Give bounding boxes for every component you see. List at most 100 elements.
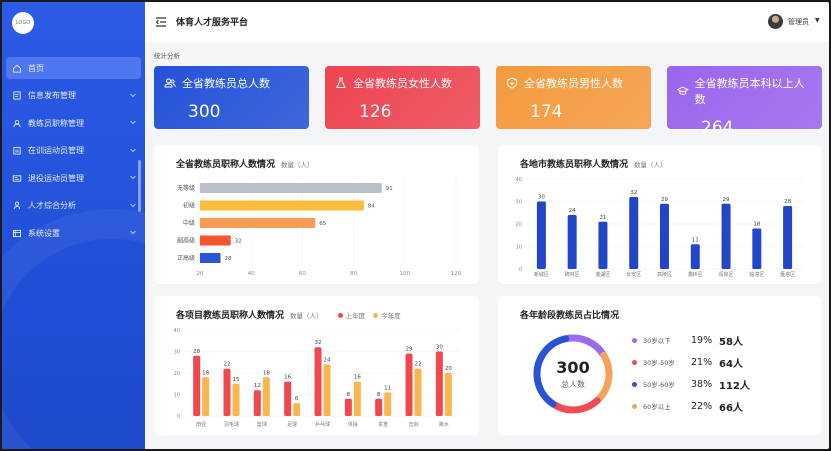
bar <box>384 392 392 416</box>
x-category-label: 莲湖区 <box>595 271 610 278</box>
bar-value-label: 84 <box>368 204 375 210</box>
bar <box>783 206 793 269</box>
sidebar-item-3[interactable]: 在训运动员管理 <box>6 140 141 162</box>
bar <box>202 377 210 416</box>
age-range-label: 30岁以下 <box>643 337 671 345</box>
y-category-label: 副高级 <box>177 237 195 245</box>
home-icon <box>12 64 22 73</box>
bar <box>752 228 762 269</box>
avatar[interactable] <box>768 14 783 29</box>
bar-value-label: 29 <box>406 347 413 353</box>
bar <box>223 368 231 416</box>
stat-value: 264 <box>701 118 734 138</box>
sidebar-scrollbar[interactable] <box>138 160 141 212</box>
x-tick-label: 100 <box>400 271 411 277</box>
x-tick-label: 20 <box>197 271 204 277</box>
age-count: 66人 <box>719 402 743 414</box>
user-badge-icon <box>13 119 21 127</box>
graduation-cap-icon <box>677 86 689 95</box>
sidebar-item-0[interactable]: 首页 <box>6 57 141 79</box>
id-card-icon <box>12 174 22 182</box>
bar <box>253 390 261 416</box>
bar <box>536 201 546 269</box>
app-title: 体育人才服务平台 <box>176 18 249 28</box>
bar-value-label: 18 <box>753 222 760 228</box>
bar-value-label: 24 <box>569 208 576 214</box>
bar <box>284 381 292 416</box>
chevron-down-icon <box>130 120 136 125</box>
sidebar-item-6[interactable]: 系统设置 <box>6 222 141 244</box>
bar-value-label: 18 <box>202 370 209 376</box>
bar-value-label: 91 <box>386 186 393 192</box>
grouped-bar-chart: 0 10 20 30 40 28 18 田径 22 15 羽毛球 12 18 篮球 16 6 足球 32 24 乒乓球… <box>174 328 459 428</box>
bar-value-label: 11 <box>692 237 699 243</box>
stat-card-male: 全省教练员男性人数 174 <box>496 66 651 129</box>
sidebar-item-label: 系统设置 <box>28 228 60 238</box>
age-range-label: 50岁-60岁 <box>643 381 675 389</box>
sidebar-item-5[interactable]: 人才综合分析 <box>6 195 141 217</box>
x-category-label: 足球 <box>287 421 297 428</box>
sidebar-item-1[interactable]: 信息发布管理 <box>6 85 141 107</box>
bar-value-label: 20 <box>445 366 452 372</box>
y-category-label: 中级 <box>183 219 195 227</box>
bar <box>232 383 240 416</box>
bar <box>598 221 608 269</box>
age-range-label: 60岁以上 <box>643 403 671 411</box>
age-legend-row: 60岁以上 22% 66人 <box>632 399 743 414</box>
bar-value-label: 30 <box>436 345 443 351</box>
stat-label: 全省教练员本科以上人数 <box>694 77 805 106</box>
bar <box>314 347 322 416</box>
age-percent: 22% <box>691 400 713 412</box>
sidebar-item-label: 退役运动员管理 <box>28 173 84 183</box>
x-category-label: 新城区 <box>534 271 549 278</box>
legend-dot <box>632 381 637 387</box>
sidebar: LOGO 首页 信息发布管理 教练员职称管理 在训运动员管理 退役运动员管理 人才综合分析… <box>2 2 145 449</box>
bar <box>323 364 331 416</box>
bar-value-label: 18 <box>263 370 270 376</box>
age-count: 58人 <box>719 336 743 348</box>
bar-value-label: 24 <box>324 357 331 363</box>
stat-card-female: 全省教练员女性人数 126 <box>325 66 480 129</box>
sidebar-item-2[interactable]: 教练员职称管理 <box>6 112 141 134</box>
age-count: 64人 <box>719 358 743 370</box>
x-tick-label: 40 <box>248 271 255 277</box>
x-category-label: 跳水 <box>439 421 449 428</box>
bar <box>200 218 316 228</box>
x-category-label: 击剑 <box>408 421 418 428</box>
y-category-label: 正高级 <box>177 254 195 262</box>
donut-label: 总人数 <box>561 380 585 389</box>
bar <box>262 377 270 416</box>
bar-value-label: 16 <box>284 375 291 381</box>
bar <box>200 235 231 246</box>
chevron-down-icon <box>130 93 136 97</box>
bar-value-label: 28 <box>784 199 791 205</box>
chart-card-title-levels: 全省教练员职称人数情况 数量（人） 20 40 60 80 100 120 无等级 91 初级 84… <box>154 145 479 284</box>
user-name[interactable]: 管理员 <box>788 17 809 27</box>
y-tick-label: 0 <box>519 267 522 273</box>
sidebar-item-4[interactable]: 退役运动员管理 <box>6 167 141 189</box>
age-legend-row: 50岁-60岁 38% 112人 <box>632 377 750 392</box>
stat-card-total: 全省教练员总人数 300 <box>154 66 309 129</box>
x-category-label: 田径 <box>196 421 206 428</box>
bar <box>200 200 364 211</box>
bar <box>344 398 352 416</box>
user-menu-caret-icon[interactable]: ▼ <box>815 17 820 24</box>
legend-dot <box>632 359 637 365</box>
bar <box>293 403 301 416</box>
bar-value-label: 21 <box>599 215 606 221</box>
bar <box>567 215 577 269</box>
legend-dot <box>632 337 637 343</box>
y-tick-label: 20 <box>174 371 180 377</box>
bar-value-label: 29 <box>723 197 730 203</box>
chevron-down-icon <box>130 148 136 152</box>
bar-value-label: 28 <box>193 349 200 355</box>
page-section-label: 统计分析 <box>154 52 180 60</box>
menu-toggle-icon[interactable] <box>155 16 167 28</box>
male-shield-icon <box>507 77 517 89</box>
y-tick-label: 30 <box>516 200 522 206</box>
settings-panel-icon <box>12 229 22 237</box>
stat-value: 300 <box>188 102 221 122</box>
bar <box>353 381 361 416</box>
age-legend-row: 30岁-50岁 21% 64人 <box>632 355 743 370</box>
bar-value-label: 65 <box>319 221 326 227</box>
